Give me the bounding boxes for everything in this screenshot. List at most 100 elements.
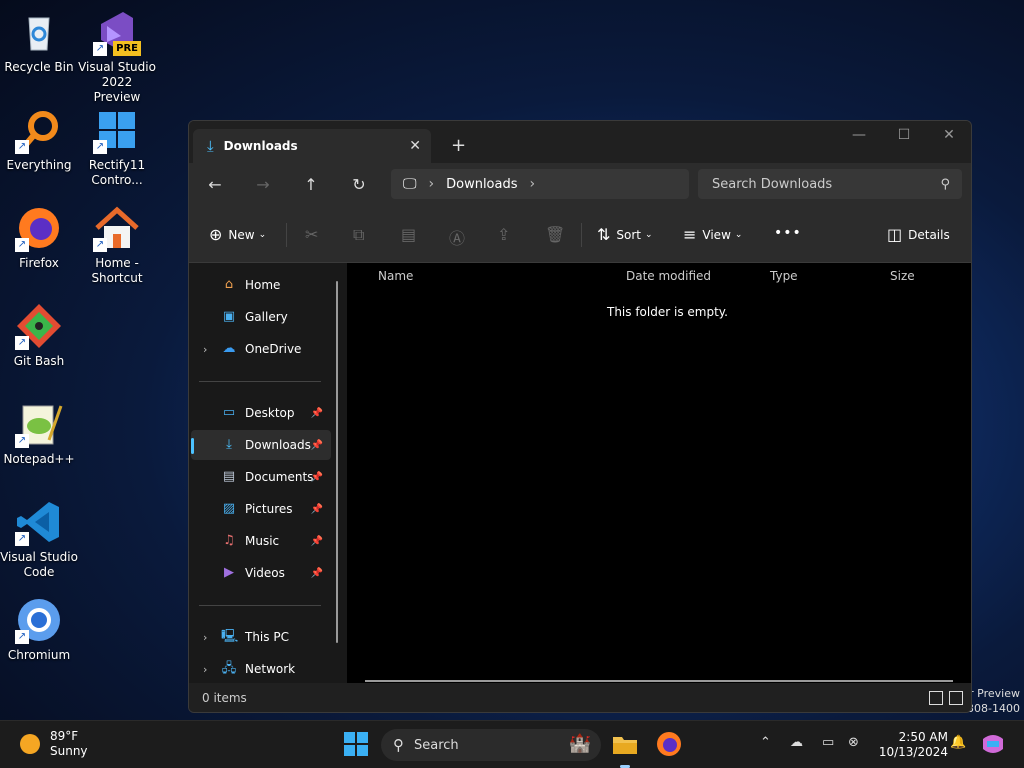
taskbar-firefox[interactable]: [656, 731, 682, 757]
close-window-button[interactable]: ✕: [934, 127, 964, 143]
sidebar-item-label: Home: [245, 278, 281, 292]
view-button[interactable]: ≡ View ⌄: [683, 225, 742, 244]
display-icon[interactable]: ▭: [822, 735, 834, 750]
chevron-right-icon[interactable]: ›: [203, 631, 207, 644]
tab-downloads[interactable]: ⤓ Downloads ✕: [193, 129, 431, 163]
pin-icon[interactable]: 📌: [311, 568, 323, 579]
desktop-icon-chromium[interactable]: ↗ Chromium: [0, 596, 78, 663]
pin-icon[interactable]: 📌: [311, 472, 323, 483]
chevron-right-icon[interactable]: ›: [429, 176, 435, 192]
forward-arrow-icon[interactable]: →: [251, 175, 275, 194]
share-button[interactable]: ⇪: [497, 225, 516, 244]
new-tab-button[interactable]: +: [451, 135, 466, 156]
time: 2:50 AM: [898, 730, 948, 744]
sidebar-item-documents[interactable]: ▤ Documents 📌: [191, 462, 331, 492]
sidebar-item-downloads[interactable]: ⤓ Downloads 📌: [191, 430, 331, 460]
file-list[interactable]: Name Date modified Type Size This folder…: [347, 263, 971, 683]
column-header-name[interactable]: Name: [378, 269, 413, 283]
sidebar-item-pictures[interactable]: ▨ Pictures 📌: [191, 494, 331, 524]
desktop-icon-firefox[interactable]: ↗ Firefox: [0, 204, 78, 271]
column-header-type[interactable]: Type: [770, 269, 798, 283]
sidebar-item-label: Pictures: [245, 502, 293, 516]
address-bar[interactable]: 🖵 › Downloads ›: [391, 169, 689, 199]
navigation-pane: ⌂ Home ▣ Gallery › ☁ OneDrive ▭ Desktop …: [189, 263, 339, 683]
sidebar-item-label: Gallery: [245, 310, 288, 324]
chromium-icon: ↗: [15, 596, 63, 644]
paste-button[interactable]: ▤: [401, 225, 422, 244]
sidebar-divider: [199, 381, 321, 382]
sidebar-item-videos[interactable]: ▶ Videos 📌: [191, 558, 331, 588]
search-input[interactable]: Search Downloads ⚲: [698, 169, 962, 199]
new-label: New: [228, 227, 255, 242]
desktop-icon-vscode[interactable]: ↗ Visual Studio Code: [0, 498, 78, 580]
up-arrow-icon[interactable]: ↑: [299, 175, 323, 194]
start-button[interactable]: [343, 731, 369, 757]
network-status-icon[interactable]: ⊗: [848, 735, 859, 750]
firefox-icon: ↗: [15, 204, 63, 252]
title-bar: ⤓ Downloads ✕ + — ☐ ✕: [189, 121, 971, 163]
back-arrow-icon[interactable]: ←: [203, 175, 227, 194]
shortcut-arrow-icon: ↗: [15, 630, 29, 644]
sidebar-item-gallery[interactable]: ▣ Gallery: [191, 302, 331, 332]
notification-bell-icon[interactable]: 🔔: [950, 735, 966, 750]
desktop-icon-everything[interactable]: ↗ Everything: [0, 106, 78, 173]
weather-widget[interactable]: 89°F Sunny: [20, 729, 88, 759]
column-header-size[interactable]: Size: [890, 269, 915, 283]
sort-button[interactable]: ⇅ Sort ⌄: [597, 225, 653, 244]
copilot-icon[interactable]: [980, 731, 1006, 757]
desktop-icon-recycle-bin[interactable]: Recycle Bin: [0, 8, 78, 75]
everything-magnifier-icon: ↗: [15, 106, 63, 154]
search-icon: ⚲: [940, 176, 950, 192]
chevron-right-icon[interactable]: ›: [203, 343, 207, 356]
share-icon: ⇪: [497, 225, 511, 244]
taskbar: 89°F Sunny ⚲ Search 🏰 ⌃ ☁ ▭ ⊗ 2:50 AM 10…: [0, 720, 1024, 768]
taskbar-file-explorer[interactable]: [612, 731, 638, 757]
sidebar-item-desktop[interactable]: ▭ Desktop 📌: [191, 398, 331, 428]
copy-button[interactable]: ⧉: [353, 225, 370, 245]
column-header-date-modified[interactable]: Date modified: [626, 269, 711, 283]
documents-icon: ▤: [222, 469, 236, 484]
desktop-icon-label: Notepad++: [3, 452, 75, 466]
refresh-icon[interactable]: ↻: [347, 175, 371, 194]
desktop-icon-visual-studio-2022-preview[interactable]: PRE ↗ Visual Studio 2022 Preview: [78, 8, 156, 105]
sidebar-item-music[interactable]: ♫ Music 📌: [191, 526, 331, 556]
chevron-right-icon[interactable]: ›: [530, 176, 536, 192]
maximize-button[interactable]: ☐: [889, 127, 919, 143]
tiles-view-icon[interactable]: [949, 691, 963, 705]
pin-icon[interactable]: 📌: [311, 536, 323, 547]
visual-studio-icon: PRE ↗: [93, 8, 141, 56]
details-pane-button[interactable]: ◫ Details: [887, 225, 950, 244]
desktop-icon-git-bash[interactable]: ↗ Git Bash: [0, 302, 78, 369]
pre-badge: PRE: [113, 41, 141, 56]
show-hidden-icons-chevron-icon[interactable]: ⌃: [760, 735, 771, 750]
new-button[interactable]: ⊕ New ⌄: [209, 225, 266, 244]
sidebar-item-this-pc[interactable]: › 🖳 This PC: [191, 622, 331, 652]
pin-icon[interactable]: 📌: [311, 504, 323, 515]
desktop-icon-rectify11[interactable]: ↗ Rectify11 Contro...: [78, 106, 156, 188]
desktop-icon-label: Rectify11 Contro...: [88, 158, 146, 187]
chevron-right-icon[interactable]: ›: [203, 663, 207, 676]
sun-icon: [20, 734, 40, 754]
desktop-icon-home-shortcut[interactable]: ↗ Home - Shortcut: [78, 204, 156, 286]
sidebar-item-onedrive[interactable]: › ☁ OneDrive: [191, 334, 331, 364]
sidebar-item-home[interactable]: ⌂ Home: [191, 270, 331, 300]
clock[interactable]: 2:50 AM 10/13/2024: [872, 730, 948, 760]
horizontal-scrollbar[interactable]: [365, 680, 953, 682]
more-options-button[interactable]: •••: [774, 225, 802, 241]
taskbar-search[interactable]: ⚲ Search 🏰: [381, 729, 601, 761]
onedrive-offline-icon[interactable]: ☁: [790, 735, 803, 750]
rename-button[interactable]: Ⓐ: [449, 225, 471, 249]
sidebar-scrollbar[interactable]: [336, 281, 338, 643]
sidebar-item-label: Network: [245, 662, 296, 676]
delete-button[interactable]: 🗑: [545, 225, 571, 244]
pin-icon[interactable]: 📌: [311, 440, 323, 451]
close-tab-icon[interactable]: ✕: [409, 138, 421, 154]
pin-icon[interactable]: 📌: [311, 408, 323, 419]
desktop-icon-notepad-plus-plus[interactable]: ↗ Notepad++: [0, 400, 78, 467]
cut-button[interactable]: ✂: [305, 225, 324, 244]
breadcrumb-downloads[interactable]: Downloads: [446, 177, 517, 192]
shortcut-arrow-icon: ↗: [93, 238, 107, 252]
details-view-icon[interactable]: [929, 691, 943, 705]
minimize-button[interactable]: —: [844, 127, 874, 143]
sidebar-item-network[interactable]: › 🖧 Network: [191, 654, 331, 684]
